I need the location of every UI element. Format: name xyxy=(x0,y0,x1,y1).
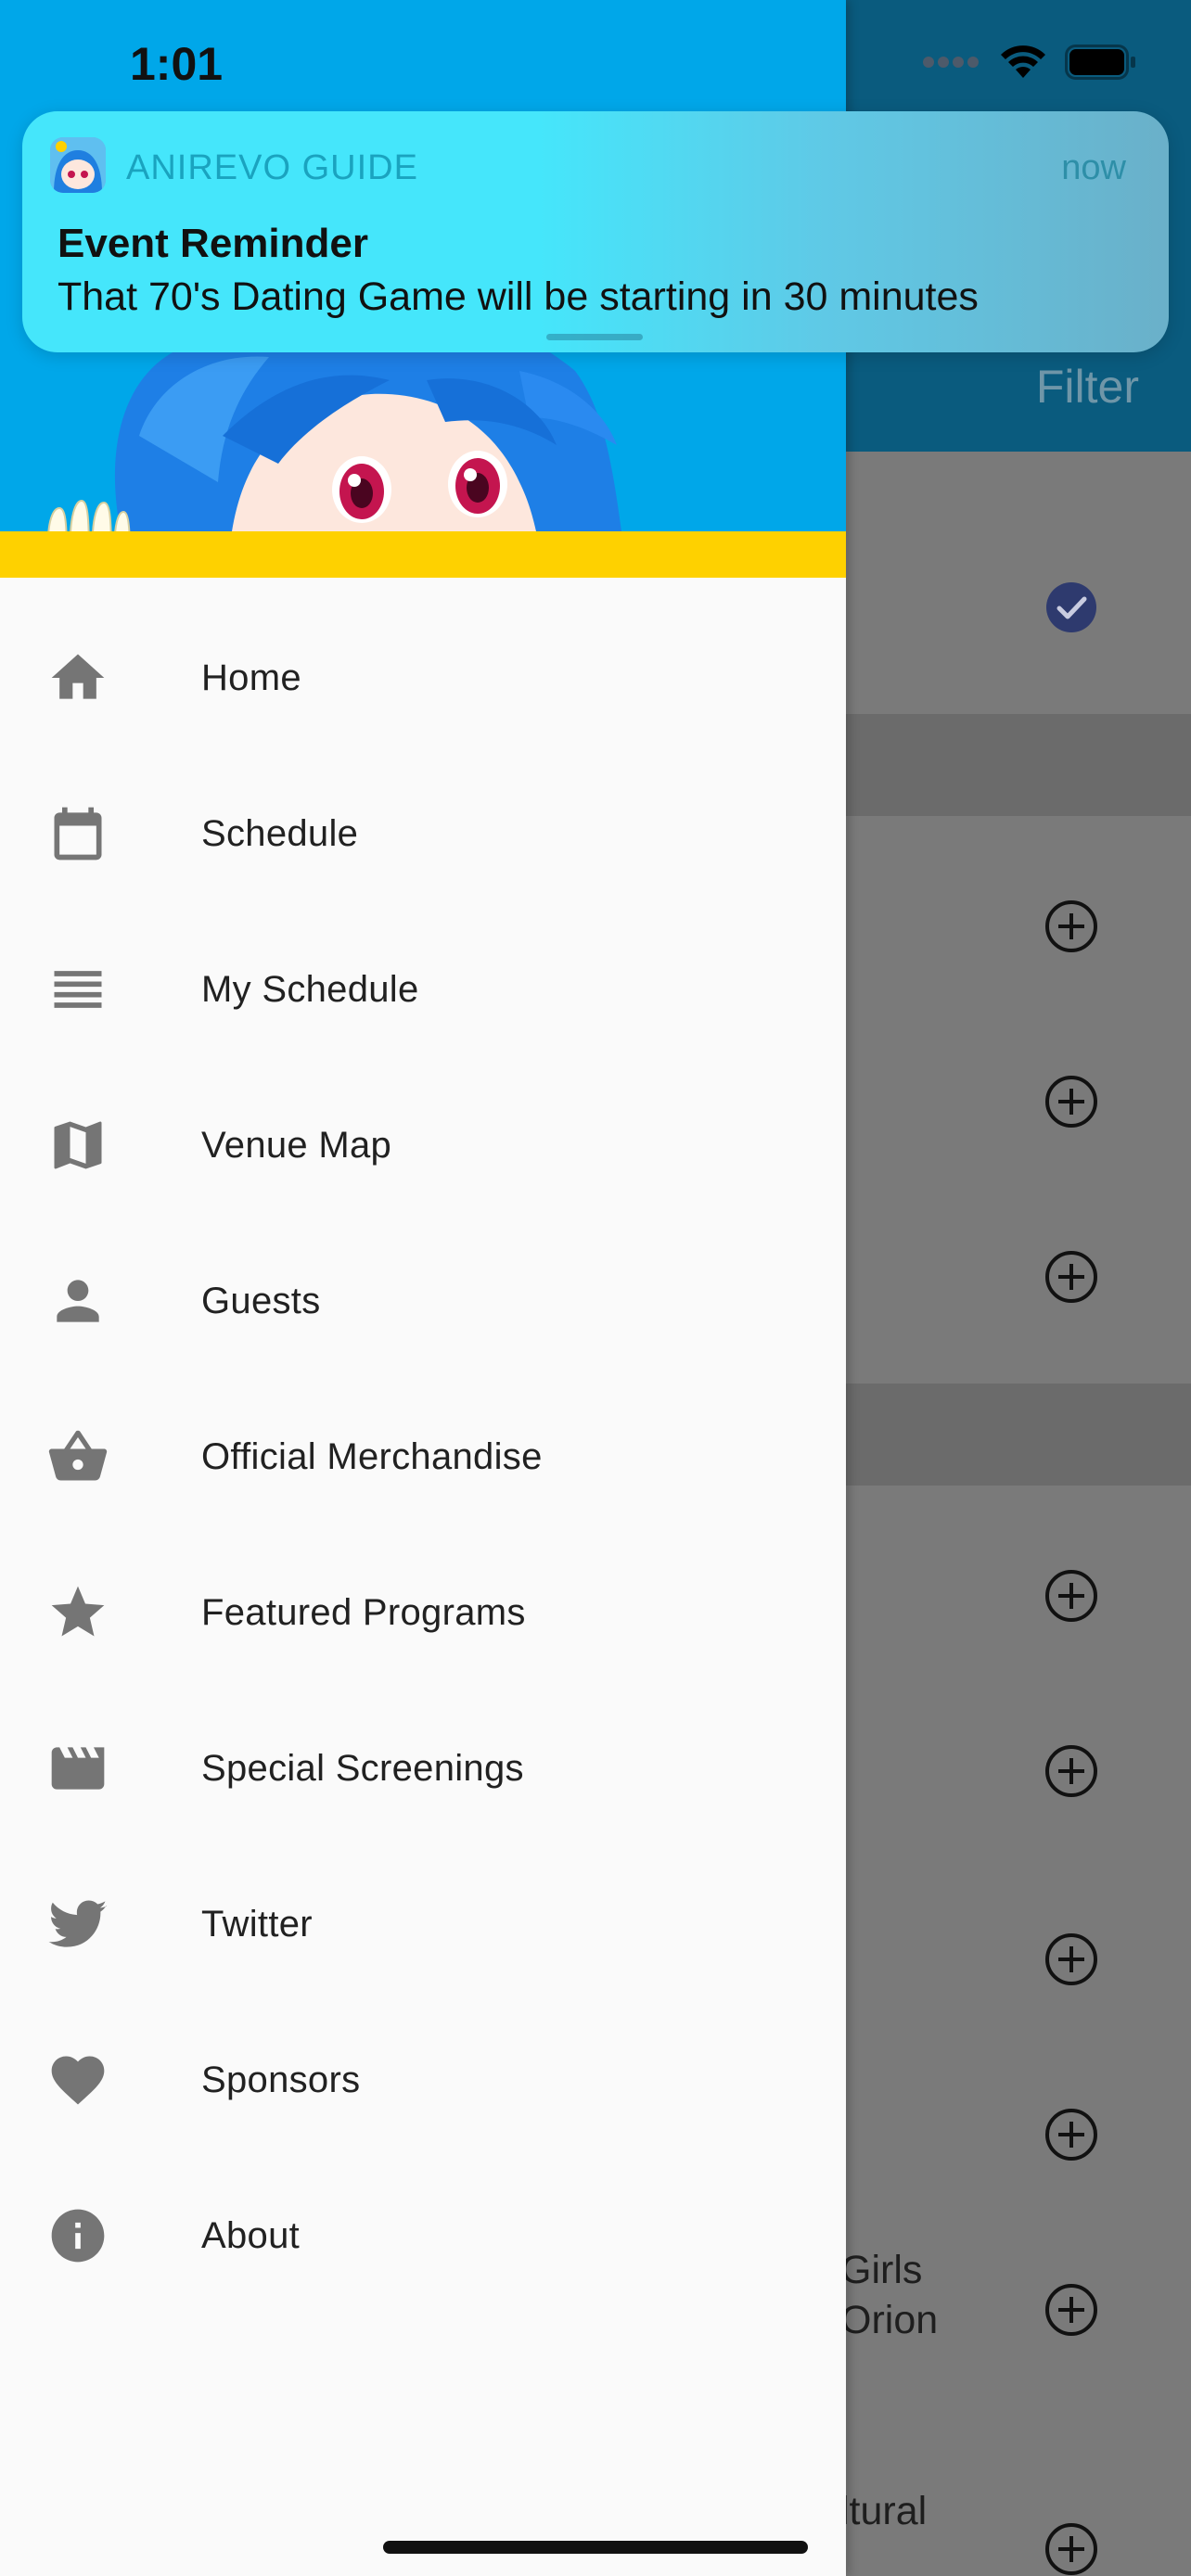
add-circle-icon[interactable] xyxy=(1044,2522,1098,2576)
notification-banner[interactable]: ANIREVO GUIDE now Event Reminder That 70… xyxy=(22,111,1169,352)
filter-button[interactable]: Filter xyxy=(1036,360,1139,414)
menu-item-twitter[interactable]: Twitter xyxy=(0,1846,846,2002)
movie-icon xyxy=(46,1737,109,1800)
calendar-icon xyxy=(46,802,109,865)
menu-item-my-schedule[interactable]: My Schedule xyxy=(0,912,846,1067)
menu-item-about[interactable]: About xyxy=(0,2158,846,2314)
add-circle-icon[interactable] xyxy=(1044,2108,1098,2162)
added-check-icon[interactable] xyxy=(1044,580,1098,634)
menu-item-label: Home xyxy=(201,657,301,698)
menu-item-special-screenings[interactable]: Special Screenings xyxy=(0,1690,846,1846)
menu-item-venue-map[interactable]: Venue Map xyxy=(0,1067,846,1223)
menu-item-home[interactable]: Home xyxy=(0,600,846,756)
menu-item-label: Featured Programs xyxy=(201,1591,526,1633)
menu-item-sponsors[interactable]: Sponsors xyxy=(0,2002,846,2158)
home-indicator[interactable] xyxy=(383,2541,808,2554)
heart-icon xyxy=(46,2048,109,2111)
menu-item-label: Twitter xyxy=(201,1903,313,1945)
background-list-text: Orion xyxy=(840,2298,939,2342)
menu-item-label: Sponsors xyxy=(201,2059,361,2100)
menu-item-label: About xyxy=(201,2214,301,2256)
add-circle-icon[interactable] xyxy=(1044,1932,1098,1986)
menu-item-guests[interactable]: Guests xyxy=(0,1223,846,1379)
app-icon xyxy=(50,137,106,193)
list-icon xyxy=(46,958,109,1021)
battery-icon xyxy=(1065,45,1135,80)
menu-item-label: Schedule xyxy=(201,812,359,854)
menu-item-label: Guests xyxy=(201,1280,321,1321)
notification-grabber[interactable] xyxy=(546,334,643,340)
menu-item-label: Special Screenings xyxy=(201,1747,524,1789)
add-circle-icon[interactable] xyxy=(1044,2283,1098,2337)
basket-icon xyxy=(46,1425,109,1488)
menu-item-label: My Schedule xyxy=(201,968,419,1010)
navigation-drawer: Home Schedule My Schedule Venue Map Gues… xyxy=(0,0,846,2576)
drawer-accent-bar xyxy=(0,531,846,578)
map-icon xyxy=(46,1114,109,1177)
menu-item-label: Venue Map xyxy=(201,1124,392,1166)
menu-item-label: Official Merchandise xyxy=(201,1435,543,1477)
star-icon xyxy=(46,1581,109,1644)
cellular-signal-icon xyxy=(923,57,979,68)
info-icon xyxy=(46,2204,109,2267)
status-bar-icons xyxy=(922,45,1137,80)
add-circle-icon[interactable] xyxy=(1044,1569,1098,1623)
add-circle-icon[interactable] xyxy=(1044,899,1098,953)
menu-item-schedule[interactable]: Schedule xyxy=(0,756,846,912)
background-list-text: Girls xyxy=(840,2248,923,2292)
menu-item-official-merchandise[interactable]: Official Merchandise xyxy=(0,1379,846,1535)
person-icon xyxy=(46,1269,109,1333)
menu-item-featured-programs[interactable]: Featured Programs xyxy=(0,1535,846,1690)
background-list-text: ltural xyxy=(840,2489,928,2533)
notification-app-name: ANIREVO GUIDE xyxy=(126,148,418,187)
status-bar-time: 1:01 xyxy=(130,38,224,90)
home-icon xyxy=(46,646,109,709)
add-circle-icon[interactable] xyxy=(1044,1744,1098,1798)
twitter-icon xyxy=(46,1893,109,1956)
wifi-icon xyxy=(1001,45,1045,78)
add-circle-icon[interactable] xyxy=(1044,1250,1098,1304)
notification-time: now xyxy=(1061,148,1126,187)
notification-body: That 70's Dating Game will be starting i… xyxy=(58,274,979,319)
add-circle-icon[interactable] xyxy=(1044,1075,1098,1129)
notification-title: Event Reminder xyxy=(58,221,368,266)
